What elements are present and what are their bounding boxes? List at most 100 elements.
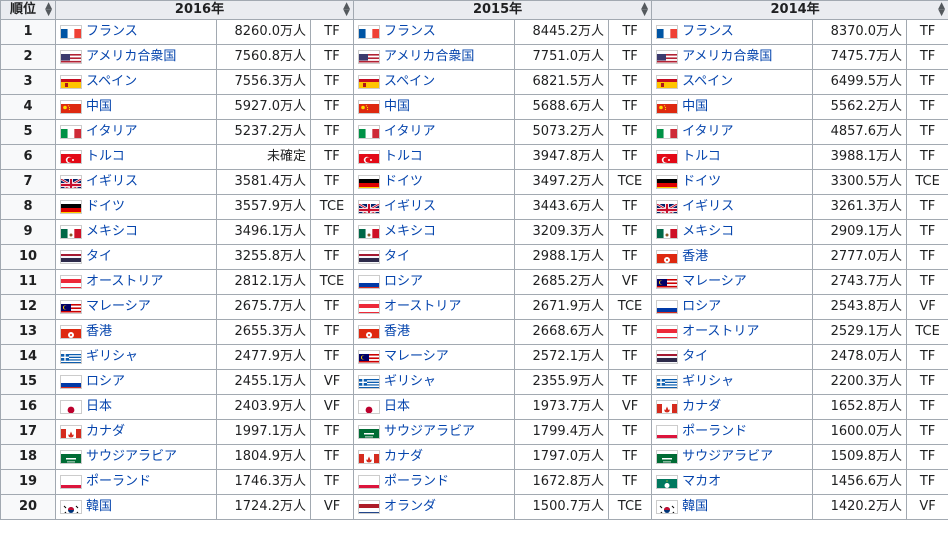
country-cell: フランス	[651, 19, 814, 45]
country-link[interactable]: フランス	[682, 24, 734, 39]
country-link[interactable]: フランス	[86, 24, 138, 39]
country-link[interactable]: イタリア	[86, 124, 137, 139]
source-code-cell: TF	[906, 69, 948, 95]
country-link[interactable]: イギリス	[682, 199, 734, 214]
country-link[interactable]: ポーランド	[682, 424, 747, 439]
country-link[interactable]: ドイツ	[384, 174, 423, 189]
country-link[interactable]: 韓国	[86, 499, 112, 514]
country-link[interactable]: タイ	[384, 249, 410, 264]
country-link[interactable]: マレーシア	[86, 299, 151, 314]
country-link[interactable]: スペイン	[682, 74, 733, 89]
country-link[interactable]: 中国	[682, 99, 708, 114]
country-link[interactable]: 韓国	[682, 499, 708, 514]
country-link[interactable]: 香港	[86, 324, 112, 339]
country-link[interactable]: イタリア	[384, 124, 435, 139]
country-link[interactable]: ドイツ	[86, 199, 125, 214]
source-code-cell: TCE	[906, 319, 948, 345]
country-link[interactable]: オーストリア	[384, 299, 461, 314]
country-link[interactable]: スペイン	[86, 74, 137, 89]
country-link[interactable]: マレーシア	[682, 274, 747, 289]
country-link[interactable]: 香港	[682, 249, 708, 264]
country-link[interactable]: アメリカ合衆国	[86, 49, 176, 64]
flag-icon	[60, 224, 82, 239]
arrivals-cell: 1652.8万人	[812, 394, 908, 420]
country-link[interactable]: アメリカ合衆国	[682, 49, 772, 64]
country-link[interactable]: ロシア	[86, 374, 125, 389]
country-link[interactable]: ギリシャ	[384, 374, 436, 389]
flag-icon	[358, 49, 381, 64]
country-link[interactable]: イギリス	[86, 174, 138, 189]
source-code-cell: TCE	[309, 269, 355, 295]
arrivals-cell: 2675.7万人	[216, 294, 311, 320]
country-link[interactable]: トルコ	[384, 149, 423, 164]
country-link[interactable]: ポーランド	[86, 474, 151, 489]
flag-icon	[358, 449, 381, 464]
country-link[interactable]: 香港	[384, 324, 410, 339]
country-link[interactable]: タイ	[682, 349, 708, 364]
flag-icon	[358, 199, 381, 214]
source-code-cell: TF	[906, 119, 948, 145]
country-cell: 香港	[55, 319, 217, 345]
country-link[interactable]: フランス	[384, 24, 436, 39]
country-link[interactable]: マレーシア	[384, 349, 449, 364]
country-cell: メキシコ	[651, 219, 814, 245]
country-link[interactable]: タイ	[86, 249, 112, 264]
table-row: 2 アメリカ合衆国 7560.8万人 TF アメリカ合衆国 7751.0万人 TF アメリカ合…	[0, 44, 948, 70]
source-code-cell: TF	[608, 369, 653, 395]
flag-icon	[358, 474, 381, 489]
country-link[interactable]: トルコ	[86, 149, 125, 164]
source-code-cell: TF	[906, 344, 948, 370]
source-code-cell: TF	[608, 19, 653, 45]
rank-header-label: 順位	[9, 2, 36, 17]
country-link[interactable]: トルコ	[682, 149, 721, 164]
flag-icon	[358, 499, 381, 514]
source-code-cell: TF	[906, 394, 948, 420]
sort-arrows-icon[interactable]: ▲ ▼	[343, 2, 350, 18]
country-link[interactable]: マカオ	[682, 474, 721, 489]
country-link[interactable]: カナダ	[86, 424, 125, 439]
country-link[interactable]: 日本	[86, 399, 112, 414]
sort-arrows-icon[interactable]: ▲ ▼	[938, 2, 945, 18]
arrivals-cell: 1799.4万人	[514, 419, 610, 445]
source-code-cell: VF	[906, 294, 948, 320]
country-link[interactable]: メキシコ	[682, 224, 734, 239]
country-link[interactable]: ギリシャ	[682, 374, 734, 389]
table-row: 18 サウジアラビア 1804.9万人 TF カナダ 1797.0万人 TF サウジアラビア 1…	[0, 444, 948, 470]
sort-arrows-icon[interactable]: ▲ ▼	[45, 2, 52, 18]
country-link[interactable]: 日本	[384, 399, 410, 414]
sort-arrows-icon[interactable]: ▲ ▼	[641, 2, 648, 18]
country-link[interactable]: ドイツ	[682, 174, 721, 189]
country-link[interactable]: 中国	[86, 99, 112, 114]
year-2016-header-label: 2016年	[174, 2, 225, 17]
year-2014-header[interactable]: 2014年 ▲ ▼	[651, 0, 948, 20]
country-link[interactable]: オランダ	[384, 499, 436, 514]
arrivals-cell: 3497.2万人	[514, 169, 610, 195]
country-link[interactable]: オーストリア	[682, 324, 759, 339]
country-link[interactable]: スペイン	[384, 74, 435, 89]
country-link[interactable]: ロシア	[384, 274, 423, 289]
country-cell: タイ	[651, 344, 814, 370]
country-link[interactable]: ロシア	[682, 299, 721, 314]
country-link[interactable]: イギリス	[384, 199, 436, 214]
country-link[interactable]: メキシコ	[86, 224, 138, 239]
country-link[interactable]: ギリシャ	[86, 349, 138, 364]
country-link[interactable]: カナダ	[682, 399, 721, 414]
country-link[interactable]: メキシコ	[384, 224, 436, 239]
country-link[interactable]: ポーランド	[384, 474, 449, 489]
year-2016-header[interactable]: 2016年 ▲ ▼	[54, 0, 355, 20]
year-2015-header[interactable]: 2015年 ▲ ▼	[353, 0, 653, 20]
country-link[interactable]: サウジアラビア	[682, 449, 773, 464]
country-link[interactable]: イタリア	[682, 124, 733, 139]
country-cell: 香港	[353, 319, 516, 345]
country-link[interactable]: オーストリア	[86, 274, 163, 289]
country-link[interactable]: アメリカ合衆国	[384, 49, 474, 64]
country-link[interactable]: カナダ	[384, 449, 423, 464]
rank-header[interactable]: 順位 ▲ ▼	[0, 0, 56, 20]
rank-cell: 14	[0, 344, 56, 370]
country-cell: マレーシア	[353, 344, 516, 370]
country-link[interactable]: 中国	[384, 99, 410, 114]
rank-cell: 8	[0, 194, 56, 220]
country-link[interactable]: サウジアラビア	[384, 424, 475, 439]
rank-cell: 1	[0, 19, 56, 45]
country-link[interactable]: サウジアラビア	[86, 449, 177, 464]
